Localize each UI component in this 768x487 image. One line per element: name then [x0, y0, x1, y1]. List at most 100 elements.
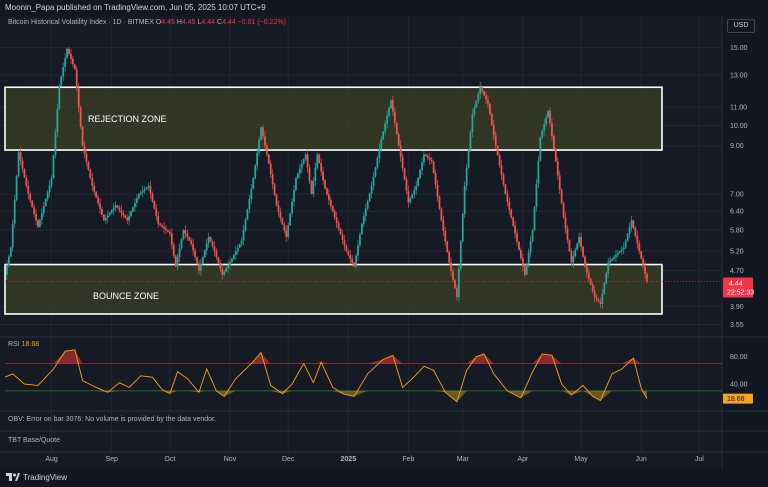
- candle-body: [615, 254, 617, 257]
- candle-body: [450, 262, 453, 272]
- candle-body: [124, 215, 127, 218]
- candle-body: [376, 158, 379, 168]
- candle-body: [302, 159, 305, 164]
- candle-body: [81, 126, 84, 146]
- bottom-bar: [0, 469, 768, 487]
- candle-body: [110, 210, 113, 213]
- time-tick-label: Mar: [457, 456, 470, 463]
- candle-body: [401, 156, 404, 169]
- candle-body: [436, 184, 439, 197]
- candle-body: [525, 263, 528, 275]
- candle-body: [392, 100, 394, 112]
- candle-body: [139, 192, 142, 195]
- candle-body: [134, 202, 136, 208]
- candle-body: [386, 115, 388, 124]
- candle-body: [314, 167, 317, 181]
- symbol-title[interactable]: Bitcoin Historical Volatility Index · 1D…: [8, 19, 154, 26]
- candle-body: [118, 207, 121, 211]
- candle-body: [265, 145, 268, 155]
- candle-body: [254, 165, 257, 179]
- candle-body: [33, 207, 35, 214]
- rsi-name[interactable]: RSI: [8, 341, 20, 348]
- candle-body: [417, 178, 420, 186]
- candle-body: [553, 135, 555, 149]
- candle-body: [512, 217, 515, 226]
- candle-body: [296, 173, 299, 179]
- candle-body: [452, 271, 454, 280]
- candle-body: [551, 123, 553, 136]
- candle-body: [209, 236, 212, 242]
- candle-body: [56, 108, 59, 132]
- candle-body: [611, 258, 613, 261]
- candle-body: [250, 188, 253, 199]
- time-tick-label: Apr: [517, 456, 529, 463]
- candle-body: [366, 201, 369, 209]
- time-tick-label: 2025: [341, 456, 357, 463]
- candle-body: [267, 154, 270, 164]
- base-quote-label[interactable]: TBT Base/Quote: [8, 437, 60, 444]
- chart-canvas[interactable]: REJECTION ZONE BOUNCE ZONE 15.00 13.00 11.0…: [0, 0, 768, 487]
- candle-body: [603, 283, 606, 294]
- candle-body: [180, 239, 183, 249]
- candle-body: [368, 193, 371, 202]
- candle-body: [403, 168, 406, 180]
- candle-body: [143, 189, 146, 191]
- candle-body: [260, 127, 262, 141]
- candle-body: [364, 208, 367, 217]
- candle-body: [93, 185, 96, 192]
- tradingview-brand[interactable]: TradingView: [6, 473, 67, 482]
- candle-body: [73, 64, 76, 70]
- candle-body: [380, 139, 383, 149]
- candle-body: [339, 228, 342, 235]
- candle-body: [155, 208, 158, 217]
- candle-body: [554, 148, 557, 162]
- candle-body: [68, 48, 70, 54]
- candle-body: [374, 167, 377, 177]
- candle-body: [518, 241, 520, 250]
- candle-body: [566, 228, 569, 240]
- candle-body: [556, 161, 559, 176]
- candle-body: [378, 148, 381, 159]
- candle-body: [496, 145, 499, 156]
- brand-name: TradingView: [23, 473, 68, 482]
- candle-body: [372, 176, 375, 186]
- candle-body: [312, 180, 315, 195]
- price-tick-label: 5.80: [730, 228, 744, 235]
- candle-body: [508, 201, 511, 210]
- candle-body: [101, 208, 103, 215]
- candle-body: [549, 110, 551, 124]
- candle-body: [428, 157, 431, 160]
- candle-body: [196, 257, 198, 264]
- candle-body: [54, 131, 57, 156]
- candle-body: [17, 152, 20, 177]
- candle-body: [44, 199, 47, 207]
- candle-body: [601, 293, 604, 304]
- candle-body: [157, 216, 160, 224]
- candle-body: [184, 230, 187, 234]
- candle-body: [349, 254, 352, 259]
- candle-body: [624, 240, 627, 248]
- candle-body: [281, 217, 284, 225]
- candle-body: [335, 217, 338, 223]
- candle-body: [434, 173, 437, 185]
- candle-body: [442, 220, 445, 231]
- candle-body: [595, 296, 598, 300]
- candle-body: [205, 243, 208, 251]
- candle-body: [326, 188, 328, 195]
- candle-body: [198, 263, 200, 271]
- candle-body: [7, 256, 10, 266]
- candle-body: [341, 234, 344, 240]
- candle-body: [232, 255, 235, 259]
- candle-body: [89, 169, 92, 178]
- currency-button[interactable]: USD: [727, 19, 755, 33]
- candle-body: [516, 233, 518, 242]
- open-value: 4.45: [161, 19, 175, 26]
- candle-body: [640, 251, 643, 259]
- candle-body: [421, 162, 423, 171]
- candle-body: [357, 245, 359, 256]
- candle-body: [411, 194, 414, 199]
- candle-body: [477, 94, 480, 101]
- candle-body: [333, 211, 336, 218]
- candle-body: [306, 154, 309, 168]
- candle-body: [128, 216, 131, 221]
